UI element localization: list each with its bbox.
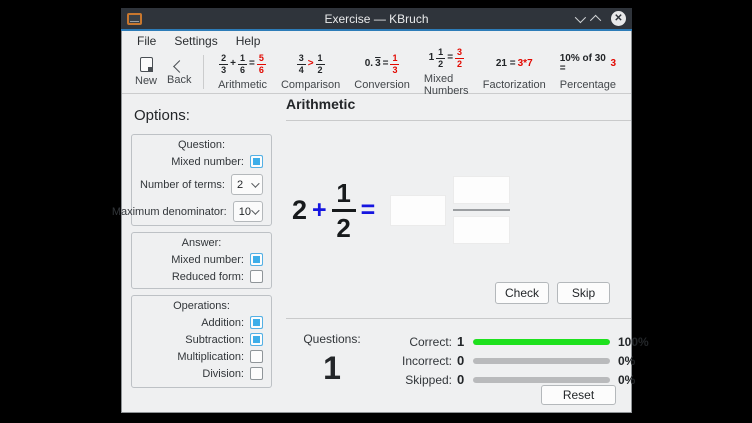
menu-file[interactable]: File — [128, 32, 165, 50]
answer-mixed-number-label: Mixed number: — [171, 254, 244, 266]
toolbar: New Back 23 + 16 = 56 Arithmetic 34 > 12… — [122, 51, 631, 94]
back-arrow-icon — [173, 60, 186, 73]
factorization-formula-icon: 21 = 3*7 — [496, 53, 533, 75]
multiplication-checkbox[interactable] — [250, 350, 263, 363]
answer-whole-number-input[interactable] — [390, 195, 446, 226]
menubar: File Settings Help — [122, 31, 631, 51]
reduced-form-checkbox[interactable] — [250, 270, 263, 283]
mode-factorization-button[interactable]: 21 = 3*7 Factorization — [476, 51, 553, 93]
stats-separator — [286, 318, 631, 319]
kbruch-window: Exercise — KBruch ✕ File Settings Help N… — [121, 8, 632, 413]
chevron-down-icon — [251, 179, 259, 187]
comparison-formula-icon: 34 > 12 — [297, 53, 325, 75]
mode-mixed-numbers-button[interactable]: 1 12 = 32 Mixed Numbers — [417, 45, 476, 99]
number-of-terms-label: Number of terms: — [140, 179, 225, 191]
skip-button[interactable]: Skip — [557, 282, 610, 304]
minimize-icon[interactable] — [575, 11, 586, 22]
exercise-title: Arithmetic — [286, 96, 355, 112]
answer-mixed-number-checkbox[interactable] — [250, 253, 263, 266]
maximize-icon[interactable] — [590, 14, 601, 25]
options-heading: Options: — [134, 107, 190, 124]
chevron-down-icon — [251, 206, 259, 214]
division-checkbox[interactable] — [250, 367, 263, 380]
incorrect-row: Incorrect: 0 0% — [374, 351, 649, 370]
subtraction-checkbox[interactable] — [250, 333, 263, 346]
toolbar-separator — [203, 55, 204, 89]
multiplication-label: Multiplication: — [177, 351, 244, 363]
task-fraction: 1 2 — [332, 180, 356, 241]
addition-label: Addition: — [201, 317, 244, 329]
skipped-progress-bar — [473, 377, 610, 383]
question-mixed-number-checkbox[interactable] — [250, 155, 263, 168]
percentage-formula-icon: 10% of 30 = 3 — [560, 53, 616, 75]
answer-denominator-input[interactable] — [453, 216, 510, 244]
window-title: Exercise — KBruch — [121, 12, 632, 26]
division-label: Division: — [202, 368, 244, 380]
mixed-numbers-formula-icon: 1 12 = 32 — [429, 47, 464, 69]
max-denominator-select[interactable]: 10 — [233, 201, 263, 222]
arithmetic-formula-icon: 23 + 16 = 56 — [219, 53, 266, 75]
heading-separator — [286, 120, 631, 121]
menu-settings[interactable]: Settings — [165, 32, 226, 50]
exercise-task: 2 + 1 2 = — [292, 176, 510, 244]
question-group: Question: Mixed number: Number of terms:… — [131, 134, 272, 226]
mode-conversion-button[interactable]: 0.3 = 13 Conversion — [347, 51, 417, 93]
mode-comparison-button[interactable]: 34 > 12 Comparison — [274, 51, 347, 93]
task-whole-number: 2 — [292, 195, 307, 226]
operations-group: Operations: Addition: Subtraction: Multi… — [131, 295, 272, 388]
menu-help[interactable]: Help — [227, 32, 270, 50]
answer-group: Answer: Mixed number: Reduced form: — [131, 232, 272, 289]
answer-numerator-input[interactable] — [453, 176, 510, 204]
incorrect-progress-bar — [473, 358, 610, 364]
mode-percentage-button[interactable]: 10% of 30 = 3 Percentage — [553, 51, 623, 93]
task-operator: + — [312, 196, 327, 225]
new-document-icon — [140, 57, 153, 72]
questions-label: Questions: — [300, 332, 364, 346]
number-of-terms-select[interactable]: 2 — [231, 174, 263, 195]
mode-arithmetic-button[interactable]: 23 + 16 = 56 Arithmetic — [211, 51, 274, 93]
back-button[interactable]: Back — [162, 56, 196, 88]
check-button[interactable]: Check — [495, 282, 549, 304]
reset-button[interactable]: Reset — [541, 385, 616, 405]
questions-block: Questions: 1 — [300, 332, 364, 387]
fraction-line — [453, 209, 510, 211]
mixed-number-label: Mixed number: — [171, 156, 244, 168]
stat-rows: Correct: 1 100% Incorrect: 0 0% Skipped:… — [374, 332, 649, 389]
close-icon[interactable]: ✕ — [611, 11, 626, 26]
new-button[interactable]: New — [130, 55, 162, 89]
task-equals: = — [361, 196, 376, 225]
correct-progress-bar — [473, 339, 610, 345]
addition-checkbox[interactable] — [250, 316, 263, 329]
subtraction-label: Subtraction: — [185, 334, 244, 346]
max-denominator-label: Maximum denominator: — [112, 206, 227, 218]
titlebar[interactable]: Exercise — KBruch ✕ — [121, 8, 632, 29]
answer-fraction-input — [453, 176, 510, 244]
reduced-form-label: Reduced form: — [172, 271, 244, 283]
conversion-formula-icon: 0.3 = 13 — [365, 53, 400, 75]
correct-row: Correct: 1 100% — [374, 332, 649, 351]
questions-count: 1 — [300, 350, 364, 387]
